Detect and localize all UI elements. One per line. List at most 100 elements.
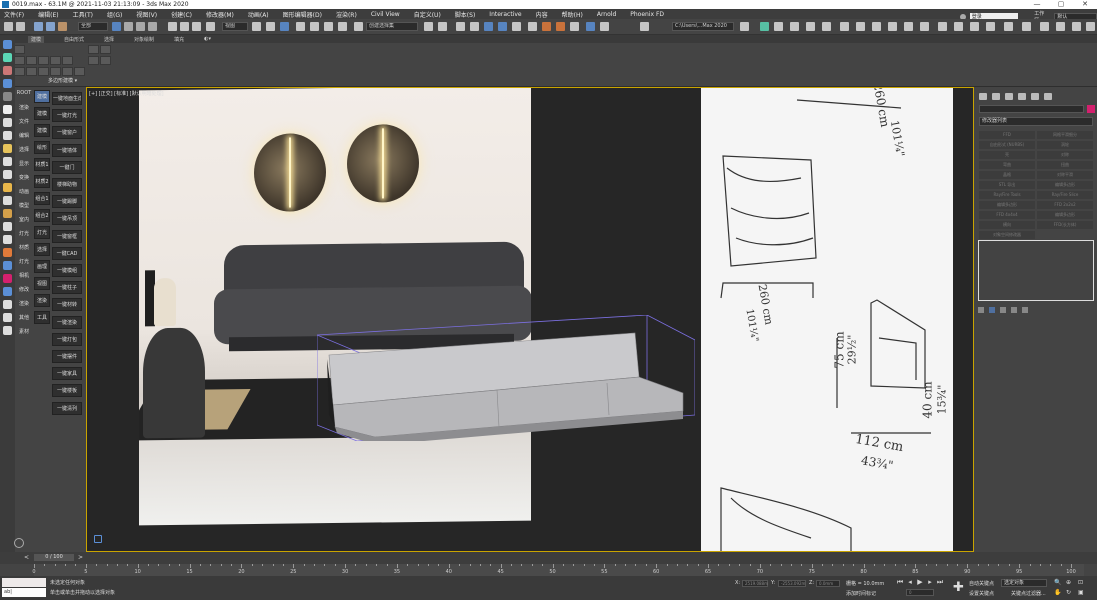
goto-start-icon[interactable]: ⏮ [896, 579, 904, 586]
plugin-action-button[interactable]: 一键模组 [52, 264, 82, 277]
select-manipulate-icon[interactable] [266, 22, 275, 31]
plugin-action-button[interactable]: 一键楼板 [52, 384, 82, 398]
tool-icon-11[interactable] [3, 183, 12, 192]
sofa-3d-model[interactable] [327, 332, 684, 441]
tool-icon-21[interactable] [3, 313, 12, 322]
tool-icon-1[interactable] [3, 53, 12, 62]
add-time-tag[interactable]: 添加时间标记 [846, 590, 876, 597]
plugin-category-button[interactable]: 组合2 [34, 209, 50, 222]
maxscript-listener[interactable] [2, 578, 46, 587]
render-icon[interactable] [556, 22, 565, 31]
plugin-action-button[interactable]: 一键清列 [52, 401, 82, 415]
sidebar-category-7[interactable]: 动画 [15, 188, 33, 195]
show-end-result-icon[interactable] [989, 307, 995, 313]
zoom-icon[interactable]: 🔍 [1054, 579, 1061, 586]
tool-icon-18[interactable] [3, 274, 12, 283]
ribbon-button-18[interactable] [100, 56, 111, 65]
display-tab-icon[interactable] [1031, 92, 1039, 100]
vray-cosmos-icon[interactable] [1004, 22, 1013, 31]
modifier-button[interactable]: 编辑多边形 [1037, 181, 1093, 189]
ribbon-button-10[interactable] [50, 56, 61, 65]
sidebar-category-1[interactable]: 渲染 [15, 104, 33, 111]
view-cube-icon[interactable] [94, 535, 102, 543]
vray-frame-buffer-icon[interactable] [888, 22, 897, 31]
modifier-button[interactable]: 对象空间修改器 [979, 231, 1035, 239]
plugin-action-button[interactable]: 一键柱子 [52, 281, 82, 295]
plugin-category-button[interactable]: 组合1 [34, 192, 50, 205]
sidebar-category-0[interactable]: ROOT [15, 90, 33, 96]
unlink-icon[interactable] [46, 22, 55, 31]
viewport-label[interactable]: [+] [正交] [标准] [默认明暗处理] [89, 90, 164, 97]
modifier-button[interactable]: FFD 2x2x2 [1037, 201, 1093, 209]
toggle-ribbon-icon[interactable] [470, 22, 479, 31]
modifier-button[interactable]: 晶格 [979, 171, 1035, 179]
ribbon-button-11[interactable] [62, 56, 73, 65]
sidebar-category-10[interactable]: 灯光 [15, 230, 33, 237]
plugin-category-button[interactable]: 建模 [34, 90, 50, 103]
modifier-button[interactable]: 横向 [979, 221, 1035, 229]
ribbon-button-6[interactable] [26, 67, 37, 76]
tool-icon-12[interactable] [3, 196, 12, 205]
remove-modifier-icon[interactable] [1011, 307, 1017, 313]
ribbon-button-3[interactable] [14, 56, 25, 65]
vray-plane-icon[interactable] [840, 22, 849, 31]
menu-item-17[interactable]: Phoenix FD [630, 11, 664, 18]
selected-objects-dropdown[interactable]: 选定对象 [1001, 579, 1047, 587]
ribbon-button-9[interactable] [38, 56, 49, 65]
x-coord-field[interactable]: 2519.088m [742, 580, 768, 587]
modifier-button[interactable]: FFD [979, 131, 1035, 139]
modifier-button[interactable]: FFD 4x4x4 [979, 211, 1035, 219]
modifier-button[interactable]: 对称 [1037, 151, 1093, 159]
vray-utility-icon[interactable] [1086, 22, 1095, 31]
maxscript-input[interactable]: ab| [2, 588, 46, 597]
vray-light-icon[interactable] [760, 22, 769, 31]
polygon-modeling-label[interactable]: 多边形建模 ▾ [48, 77, 77, 84]
keyboard-shortcut-icon[interactable] [280, 22, 289, 31]
modifier-button[interactable]: 编辑多边形 [1037, 211, 1093, 219]
sidebar-category-15[interactable]: 渲染 [15, 300, 33, 307]
sidebar-category-17[interactable]: 素材 [15, 328, 33, 335]
plugin-category-button[interactable]: 选择 [34, 243, 50, 256]
tool-icon-22[interactable] [3, 326, 12, 335]
time-arrow-right-icon[interactable]: > [78, 554, 83, 561]
select-by-name-icon[interactable] [124, 22, 133, 31]
modifier-button[interactable]: Ray/Fire Tools [979, 191, 1035, 199]
redo-icon[interactable] [16, 22, 25, 31]
sidebar-category-12[interactable]: 灯光 [15, 258, 33, 265]
vray-proxy-icon[interactable] [806, 22, 815, 31]
hierarchy-tab-icon[interactable] [1005, 92, 1013, 100]
plugin-action-button[interactable]: 一键家具 [52, 367, 82, 381]
selection-filter-dropdown[interactable]: 全部 [78, 22, 108, 31]
ribbon-button-15[interactable] [88, 45, 99, 54]
vray-asset-icon[interactable] [970, 22, 979, 31]
close-button[interactable]: ✕ [1073, 0, 1097, 9]
menu-item-10[interactable]: Civil View [371, 11, 400, 18]
rotate-icon[interactable] [180, 22, 189, 31]
menu-item-9[interactable]: 渲染(R) [336, 10, 357, 19]
menu-item-8[interactable]: 图形编辑器(D) [283, 10, 322, 19]
sidebar-category-13[interactable]: 相机 [15, 272, 33, 279]
current-frame-field[interactable]: 0 [906, 589, 934, 596]
menu-item-5[interactable]: 创建(C) [171, 10, 192, 19]
modifier-button[interactable]: Ray/Fire Slice [1037, 191, 1093, 199]
ribbon-button-14[interactable] [74, 67, 85, 76]
selection-region-icon[interactable] [136, 22, 145, 31]
render-cloud-icon[interactable] [586, 22, 595, 31]
modifier-button[interactable]: 涡轮 [1037, 141, 1093, 149]
placement-icon[interactable] [206, 22, 215, 31]
setkey-button[interactable]: 设置关键点 [969, 590, 994, 597]
sidebar-category-6[interactable]: 变换 [15, 174, 33, 181]
make-unique-icon[interactable] [1000, 307, 1006, 313]
tab-populate[interactable]: 填充 [174, 36, 184, 43]
vray-sphere-icon[interactable] [856, 22, 865, 31]
object-name-field[interactable] [979, 105, 1084, 113]
plugin-category-button[interactable]: 渲染 [34, 294, 50, 307]
render-setup-icon[interactable] [528, 22, 537, 31]
menu-item-13[interactable]: Interactive [489, 11, 521, 18]
zoom-extents-icon[interactable]: ⊡ [1078, 579, 1083, 586]
time-slider[interactable]: 0 / 100 [34, 554, 74, 561]
menu-item-4[interactable]: 视图(V) [136, 10, 157, 19]
sidebar-category-9[interactable]: 室内 [15, 216, 33, 223]
modifier-button[interactable]: FFD(长方体) [1037, 221, 1093, 229]
tool-icon-5[interactable] [3, 105, 12, 114]
